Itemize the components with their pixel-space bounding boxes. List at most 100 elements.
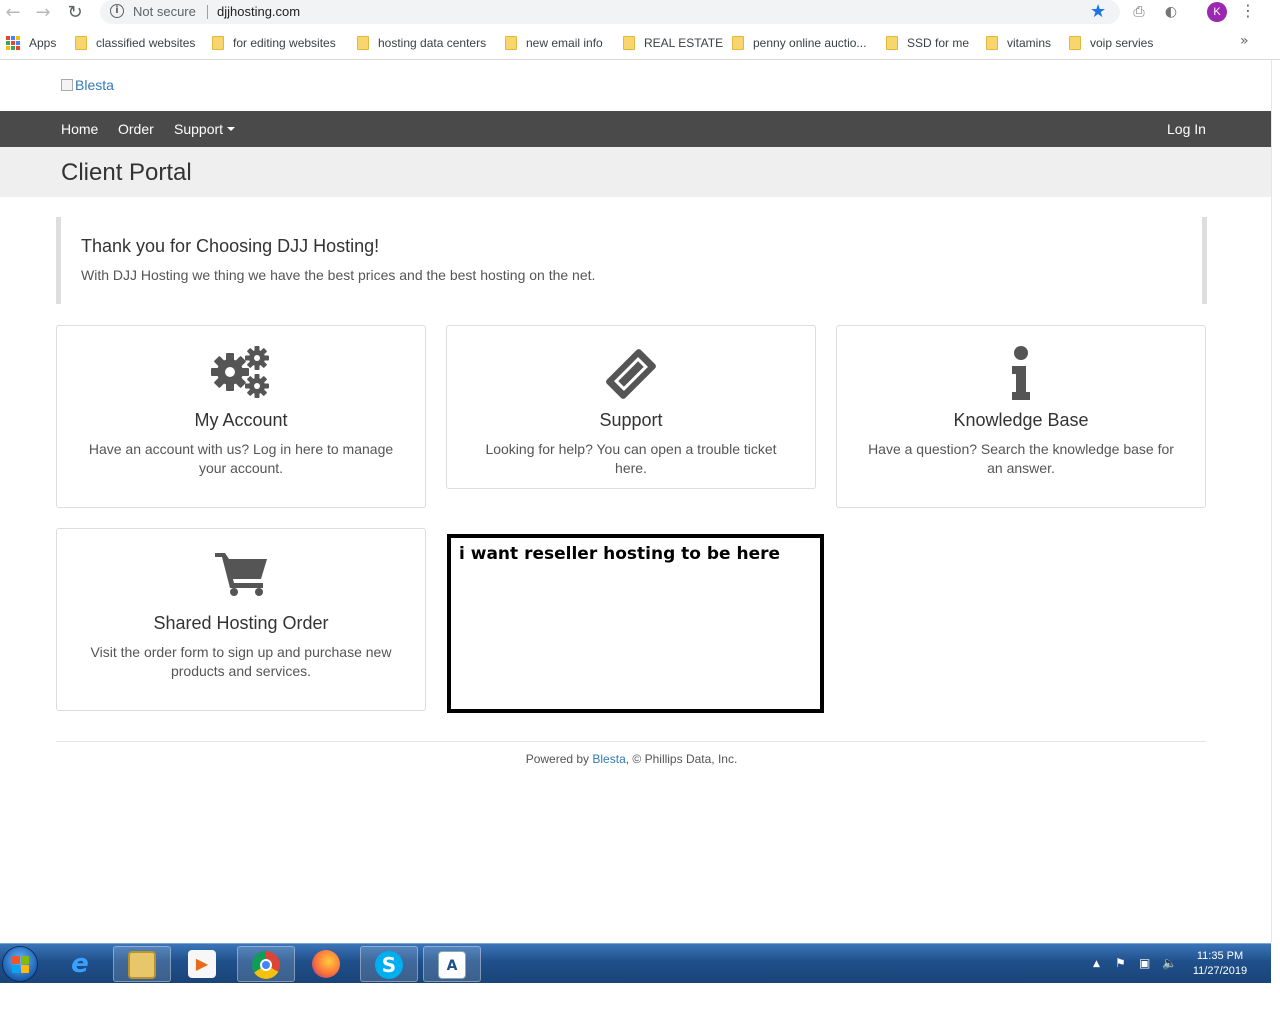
system-clock[interactable]: 11:35 PM 11/27/2019	[1180, 949, 1260, 979]
taskbar-ie[interactable]: e	[52, 946, 110, 982]
taskbar-skype[interactable]: S	[360, 946, 418, 982]
main-navbar: Home Order Support Log In	[0, 111, 1271, 147]
sync-extension-icon[interactable]: ◐	[1162, 3, 1180, 21]
profile-avatar[interactable]: K	[1207, 2, 1227, 22]
caret-down-icon	[227, 127, 236, 131]
folder-icon	[1069, 36, 1081, 50]
taskbar-wordpad[interactable]: A	[423, 946, 481, 982]
taskbar-chrome[interactable]	[237, 946, 295, 982]
info-icon	[837, 344, 1205, 404]
bookmark-item[interactable]: new email info	[526, 36, 603, 50]
card-text: Have a question? Search the knowledge ba…	[868, 441, 1174, 476]
firefox-icon	[312, 950, 340, 978]
title-band: Client Portal	[0, 147, 1271, 197]
bookmark-item[interactable]: classified websites	[96, 36, 195, 50]
footer-prefix: Powered by	[525, 752, 593, 766]
extension-icon[interactable]: ⎙	[1130, 3, 1148, 21]
info-icon[interactable]: i	[110, 4, 124, 18]
forward-icon[interactable]: →	[32, 2, 54, 24]
action-center-flag-icon[interactable]: ⚑	[1115, 956, 1126, 970]
bookmark-star-icon[interactable]: ★	[1090, 1, 1106, 22]
callout-text: With DJJ Hosting we thing we have the be…	[81, 267, 596, 283]
card-support[interactable]: Support Looking for help? You can open a…	[446, 325, 816, 489]
annotation-text: i want reseller hosting to be here	[459, 544, 781, 564]
bookmark-item[interactable]: vitamins	[1007, 36, 1051, 50]
broken-image-icon	[61, 79, 73, 91]
volume-icon[interactable]: 🔈	[1162, 956, 1177, 970]
menu-icon[interactable]: ⋮	[1240, 1, 1256, 20]
security-label[interactable]: Not secure	[133, 4, 196, 19]
divider	[207, 5, 208, 19]
file-explorer-icon	[128, 951, 156, 979]
card-title[interactable]: Shared Hosting Order	[57, 613, 425, 634]
footer-suffix: , © Phillips Data, Inc.	[625, 752, 738, 766]
footer-divider	[56, 741, 1206, 742]
bookmark-item[interactable]: penny online auctio...	[753, 36, 866, 50]
card-title[interactable]: Support	[447, 410, 815, 431]
chrome-icon	[252, 951, 280, 979]
footer: Powered by Blesta, © Phillips Data, Inc.	[0, 752, 1263, 766]
reload-icon[interactable]: ↻	[64, 2, 86, 24]
bookmark-item[interactable]: voip servies	[1090, 36, 1153, 50]
nav-login[interactable]: Log In	[1167, 121, 1206, 137]
card-text: Visit the order form to sign up and purc…	[90, 644, 392, 679]
windows-logo-icon	[12, 956, 29, 973]
start-button[interactable]	[2, 946, 38, 982]
network-icon[interactable]: ▣	[1139, 956, 1150, 970]
cart-icon	[57, 547, 425, 607]
folder-icon	[623, 36, 635, 50]
taskbar-explorer[interactable]	[113, 946, 171, 982]
card-title[interactable]: My Account	[57, 410, 425, 431]
bookmarks-bar: Apps classified websites for editing web…	[0, 28, 1280, 60]
nav-support-label[interactable]: Support	[174, 121, 223, 137]
internet-explorer-icon: e	[71, 949, 89, 979]
card-my-account[interactable]: My Account Have an account with us? Log …	[56, 325, 426, 508]
taskbar: e ▶ S A ▲ ⚑ ▣ 🔈 11:35 PM 11/27/2019	[0, 943, 1271, 983]
callout-heading: Thank you for Choosing DJJ Hosting!	[81, 236, 380, 256]
nav-order[interactable]: Order	[118, 121, 154, 137]
show-hidden-icons[interactable]: ▲	[1093, 959, 1100, 969]
blank-area	[0, 984, 1280, 1024]
clock-date[interactable]: 11/27/2019	[1180, 964, 1260, 979]
ticket-icon	[447, 344, 815, 404]
card-knowledge-base[interactable]: Knowledge Base Have a question? Search t…	[836, 325, 1206, 508]
folder-icon	[75, 36, 87, 50]
card-shared-hosting-order[interactable]: Shared Hosting Order Visit the order for…	[56, 528, 426, 711]
bookmark-item[interactable]: REAL ESTATE	[644, 36, 723, 50]
browser-toolbar: ← → ↻ i Not secure djjhosting.com ★ ⎙ ◐ …	[0, 0, 1280, 28]
site-logo[interactable]: Blesta	[61, 77, 114, 93]
more-bookmarks-icon[interactable]: »	[1240, 33, 1249, 49]
taskbar-media[interactable]: ▶	[174, 946, 232, 982]
url-text[interactable]: djjhosting.com	[217, 4, 300, 19]
nav-home[interactable]: Home	[61, 121, 98, 137]
bookmark-apps[interactable]: Apps	[29, 36, 56, 50]
taskbar-firefox[interactable]	[298, 946, 356, 982]
clock-time[interactable]: 11:35 PM	[1180, 949, 1260, 964]
wordpad-icon: A	[438, 951, 466, 979]
annotation-box: i want reseller hosting to be here	[447, 534, 824, 713]
back-icon[interactable]: ←	[2, 2, 24, 24]
folder-icon	[886, 36, 898, 50]
folder-icon	[505, 36, 517, 50]
card-title[interactable]: Knowledge Base	[837, 410, 1205, 431]
gears-icon	[57, 344, 425, 404]
folder-icon	[212, 36, 224, 50]
nav-support[interactable]: Support	[174, 121, 236, 137]
folder-icon	[986, 36, 998, 50]
apps-icon[interactable]	[6, 36, 20, 50]
bookmark-item[interactable]: for editing websites	[233, 36, 336, 50]
media-player-icon: ▶	[188, 950, 216, 978]
logo-alt-text[interactable]: Blesta	[75, 77, 114, 93]
folder-icon	[732, 36, 744, 50]
bookmark-item[interactable]: SSD for me	[907, 36, 969, 50]
screen: ← → ↻ i Not secure djjhosting.com ★ ⎙ ◐ …	[0, 0, 1280, 1024]
scrollbar-track[interactable]	[1271, 60, 1280, 942]
skype-icon: S	[375, 951, 403, 979]
bookmark-item[interactable]: hosting data centers	[378, 36, 486, 50]
address-bar[interactable]: i Not secure djjhosting.com ★	[100, 0, 1120, 24]
card-text: Looking for help? You can open a trouble…	[485, 441, 777, 476]
welcome-callout: Thank you for Choosing DJJ Hosting! With…	[56, 217, 1207, 304]
footer-blesta-link[interactable]: Blesta	[592, 752, 625, 766]
card-text: Have an account with us? Log in here to …	[88, 441, 394, 476]
page-title: Client Portal	[61, 159, 192, 186]
